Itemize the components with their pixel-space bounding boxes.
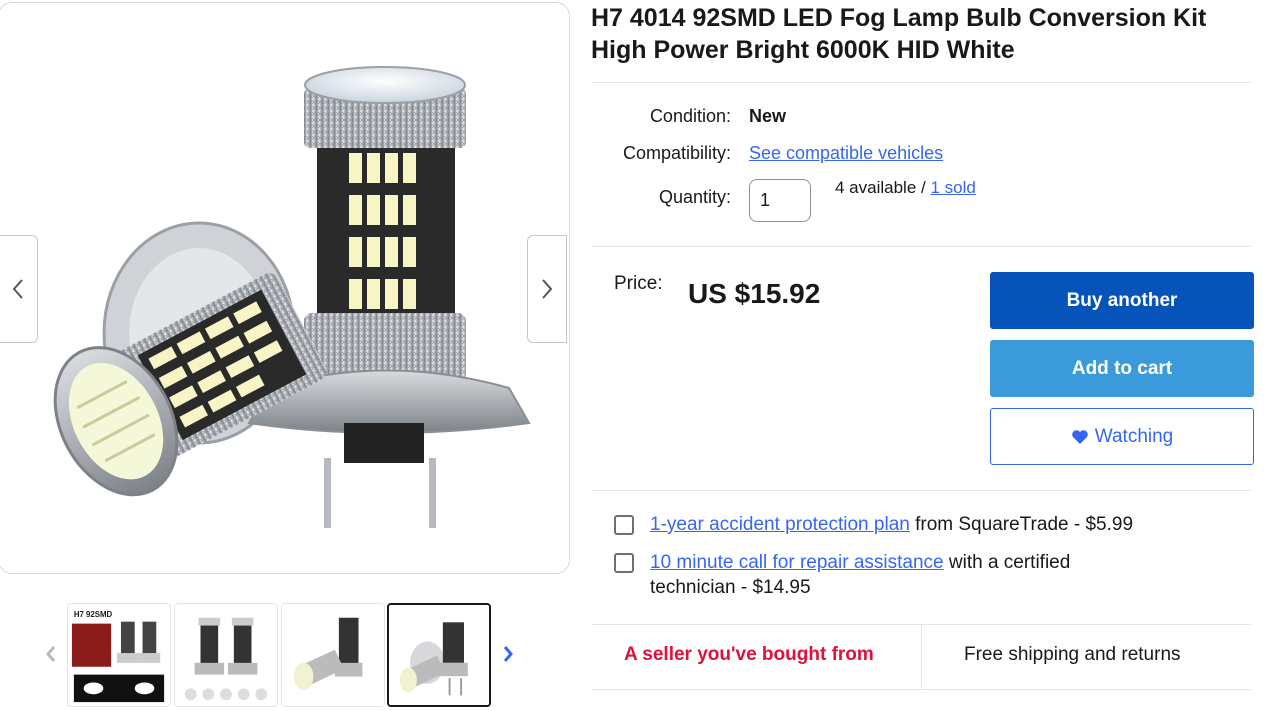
protection-plan-checkbox[interactable] bbox=[614, 515, 634, 535]
main-product-image[interactable] bbox=[0, 3, 569, 573]
thumbnails-next-icon[interactable] bbox=[500, 642, 516, 666]
repair-assistance-link[interactable]: 10 minute call for repair assistance bbox=[650, 552, 944, 573]
condition-label: Condition: bbox=[649, 106, 731, 126]
product-title-line-2: High Power Bright 6000K HID White bbox=[591, 36, 1015, 64]
thumbnail-3[interactable] bbox=[281, 603, 385, 707]
chevron-right-icon bbox=[542, 279, 553, 299]
watching-button[interactable]: Watching bbox=[990, 408, 1254, 465]
condition-value: New bbox=[749, 106, 787, 126]
product-title: H7 4014 92SMD LED Fog Lamp Bulb Conversi… bbox=[591, 2, 1271, 66]
compatibility-label: Compatibility: bbox=[622, 143, 731, 163]
protection-plan-text: 1-year accident protection plan from Squ… bbox=[650, 512, 1170, 537]
seller-badge: A seller you've bought from bbox=[624, 644, 874, 665]
divider bbox=[591, 689, 1251, 690]
thumbnail-1-caption: H7 92SMD bbox=[74, 610, 113, 619]
thumbnail-1[interactable]: H7 92SMD bbox=[67, 603, 171, 707]
divider bbox=[591, 246, 1251, 247]
repair-assistance-checkbox[interactable] bbox=[614, 553, 634, 573]
thumbnail-4-selected[interactable] bbox=[387, 603, 491, 707]
heart-icon bbox=[1071, 429, 1088, 444]
thumbnail-strip: H7 92SMD bbox=[40, 600, 530, 708]
next-image-button[interactable] bbox=[527, 235, 567, 343]
protection-plan-link[interactable]: 1-year accident protection plan bbox=[650, 514, 910, 535]
thumbnail-2[interactable] bbox=[174, 603, 278, 707]
quantity-input[interactable] bbox=[749, 179, 811, 222]
price-label: Price: bbox=[614, 273, 663, 294]
previous-image-button[interactable] bbox=[0, 235, 38, 343]
add-to-cart-label: Add to cart bbox=[1071, 357, 1173, 379]
divider bbox=[591, 82, 1251, 83]
quantity-label: Quantity: bbox=[658, 187, 731, 207]
product-title-line-1: H7 4014 92SMD LED Fog Lamp Bulb Conversi… bbox=[591, 4, 1207, 32]
sold-link[interactable]: 1 sold bbox=[930, 178, 975, 197]
buy-another-button[interactable]: Buy another bbox=[990, 272, 1254, 329]
see-compatible-vehicles-link[interactable]: See compatible vehicles bbox=[749, 143, 943, 164]
price-value: US $15.92 bbox=[688, 278, 821, 309]
protection-plan-price: from SquareTrade - $5.99 bbox=[909, 514, 1134, 535]
availability: 4 available / 1 sold bbox=[835, 178, 976, 198]
shipping-badge: Free shipping and returns bbox=[964, 644, 1181, 665]
repair-assistance-text: 10 minute call for repair assistance wit… bbox=[650, 550, 1140, 600]
add-to-cart-button[interactable]: Add to cart bbox=[990, 340, 1254, 397]
buy-another-label: Buy another bbox=[1066, 289, 1178, 311]
watching-label: Watching bbox=[1094, 425, 1174, 447]
chevron-left-icon bbox=[12, 279, 23, 299]
image-gallery bbox=[0, 2, 570, 574]
thumbnails-prev-icon[interactable] bbox=[44, 642, 58, 666]
divider bbox=[591, 490, 1251, 491]
badge-divider bbox=[921, 625, 922, 689]
available-count: 4 available / bbox=[835, 178, 931, 197]
